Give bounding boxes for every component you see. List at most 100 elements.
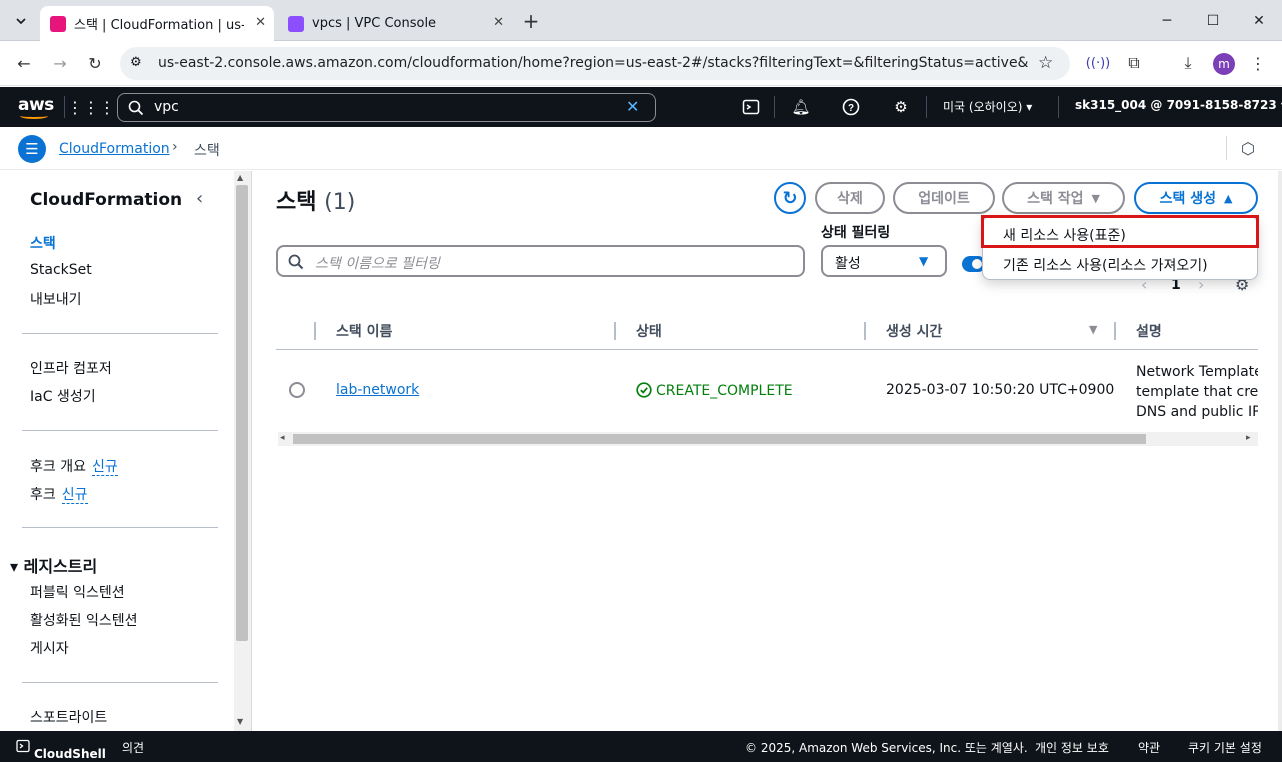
close-window-icon[interactable]: ✕	[1246, 8, 1272, 34]
sidebar-item-spotlight[interactable]: 스포트라이트	[30, 707, 107, 727]
browser-address-bar: ← → ↻ ⚙ us-east-2.console.aws.amazon.com…	[0, 41, 1282, 86]
puzzle-extensions-icon[interactable]: ⧉	[1122, 51, 1146, 75]
stack-count: (1)	[324, 190, 356, 215]
new-badge: 신규	[61, 487, 88, 504]
description-line: DNS and public IPs	[1136, 404, 1258, 420]
status-filter-label: 상태 필터링	[821, 225, 891, 241]
create-stack-button[interactable]: 스택 생성 ▲	[1134, 182, 1258, 214]
button-label: 스택 생성	[1159, 191, 1216, 207]
registry-section-toggle[interactable]: ▾ 레지스트리	[10, 553, 97, 577]
tab-title: 스택 | CloudFormation | us-ea	[74, 18, 244, 33]
account-menu[interactable]: sk315_004 @ 7091-8158-8723 ▾	[1075, 98, 1282, 112]
sidebar-item-iac-generator[interactable]: IaC 생성기	[30, 386, 96, 406]
help-icon[interactable]: ?	[840, 96, 862, 118]
delete-button[interactable]: 삭제	[815, 182, 885, 214]
aws-top-nav: aws ⋮⋮⋮ vpc ✕ 🔔︎ ? ⚙ 미국 (오하이오) ▾ sk315_0…	[0, 87, 1282, 127]
back-icon[interactable]: ←	[12, 51, 36, 75]
scroll-right-icon[interactable]: ▸	[1246, 433, 1251, 443]
bookmark-star-icon[interactable]: ☆	[1038, 53, 1053, 73]
sidebar-scroll-thumb[interactable]	[236, 185, 248, 641]
close-tab-icon[interactable]: ✕	[255, 15, 266, 30]
row-select-radio[interactable]	[289, 382, 305, 398]
profile-avatar[interactable]: m	[1213, 53, 1235, 75]
tab-vpc-console[interactable]: vpcs | VPC Console ✕	[278, 6, 512, 41]
col-header-created-time[interactable]: 생성 시간	[886, 321, 942, 341]
caret-up-icon: ▲	[1223, 191, 1233, 205]
forward-icon[interactable]: →	[48, 51, 72, 75]
breadcrumb-separator-icon: ›	[172, 139, 178, 155]
status-filter-select[interactable]: 활성 ▼	[821, 245, 947, 277]
registry-title: 레지스트리	[23, 557, 98, 576]
col-header-stack-name[interactable]: 스택 이름	[336, 321, 392, 341]
clear-search-icon[interactable]: ✕	[626, 97, 639, 116]
stack-actions-button[interactable]: 스택 작업 ▼	[1002, 182, 1125, 214]
col-header-status[interactable]: 상태	[636, 321, 662, 341]
tab-cloudformation[interactable]: 스택 | CloudFormation | us-ea ✕	[40, 6, 274, 41]
divider	[1058, 96, 1059, 118]
caret-down-icon: ▼	[919, 254, 929, 268]
reload-icon[interactable]: ↻	[83, 51, 107, 75]
sidebar-item-public-extensions[interactable]: 퍼블릭 익스텐션	[30, 582, 125, 602]
side-navigation: CloudFormation ‹ 스택 StackSet 내보내기 인프라 컴포…	[0, 171, 252, 731]
sidebar-item-hooks-overview[interactable]: 후크 개요 신규	[30, 456, 118, 476]
info-panel-icon[interactable]: ⬡	[1241, 139, 1255, 158]
download-icon[interactable]: ⤓	[1176, 51, 1200, 75]
services-grid-icon[interactable]: ⋮⋮⋮	[67, 96, 115, 118]
cookie-preferences-link[interactable]: 쿠키 기본 설정	[1188, 739, 1262, 756]
maximize-icon[interactable]: ☐	[1200, 8, 1226, 34]
url-bar[interactable]: ⚙ us-east-2.console.aws.amazon.com/cloud…	[120, 47, 1070, 80]
breadcrumb-cloudformation[interactable]: CloudFormation	[59, 141, 170, 157]
page-title-text: 스택	[276, 190, 317, 215]
minimize-icon[interactable]: ─	[1154, 8, 1180, 34]
created-time: 2025-03-07 10:50:20 UTC+0900	[886, 382, 1115, 398]
feedback-link[interactable]: 의견	[122, 739, 144, 756]
side-nav-toggle-button[interactable]: ☰	[18, 135, 46, 163]
sort-desc-icon[interactable]: ▼	[1089, 323, 1097, 336]
browser-menu-icon[interactable]: ⋮	[1246, 51, 1270, 75]
update-button[interactable]: 업데이트	[893, 182, 995, 214]
terms-link[interactable]: 약관	[1138, 739, 1160, 756]
sidebar-item-stacksets[interactable]: StackSet	[30, 262, 92, 278]
breadcrumb-current: 스택	[194, 143, 220, 159]
region-selector[interactable]: 미국 (오하이오) ▾	[943, 98, 1032, 115]
extension-icon[interactable]: ((·))	[1086, 51, 1110, 75]
page-title: 스택 (1)	[276, 184, 355, 216]
sidebar-item-publishers[interactable]: 게시자	[30, 638, 69, 658]
new-tab-button[interactable]: +	[518, 8, 544, 34]
scroll-down-icon[interactable]: ▼	[237, 717, 243, 726]
scroll-left-icon[interactable]: ◂	[280, 433, 285, 443]
cloudshell-label: CloudShell	[34, 747, 106, 761]
tab-search-icon[interactable]	[8, 8, 34, 34]
sidebar-item-infra-composer[interactable]: 인프라 컴포저	[30, 358, 112, 378]
cloudshell-icon[interactable]	[740, 96, 762, 118]
site-info-icon[interactable]: ⚙	[130, 55, 142, 70]
stack-filter-input[interactable]: 스택 이름으로 필터링	[276, 245, 805, 277]
sidebar-item-label: 후크 개요	[30, 459, 86, 475]
collapse-sidebar-icon[interactable]: ‹	[196, 188, 203, 209]
sidebar-title: CloudFormation	[30, 190, 183, 210]
close-tab-icon[interactable]: ✕	[493, 15, 504, 30]
settings-gear-icon[interactable]: ⚙	[890, 96, 912, 118]
sidebar-item-activated-extensions[interactable]: 활성화된 익스텐션	[30, 610, 138, 630]
cloudshell-link[interactable]: CloudShell	[16, 739, 106, 761]
aws-logo[interactable]: aws	[18, 95, 54, 115]
sidebar-item-exports[interactable]: 내보내기	[30, 289, 82, 309]
scroll-thumb[interactable]	[293, 434, 1146, 444]
page-scrollbar[interactable]	[1278, 171, 1282, 731]
notifications-bell-icon[interactable]: 🔔︎	[790, 96, 812, 118]
sidebar-item-hooks[interactable]: 후크 신규	[30, 484, 88, 504]
aws-footer: CloudShell 의견 © 2025, Amazon Web Service…	[0, 731, 1282, 762]
menu-item-with-new-resources[interactable]: 새 리소스 사용(표준)	[1003, 225, 1126, 245]
sidebar-item-stacks[interactable]: 스택	[30, 233, 56, 253]
scroll-up-icon[interactable]: ▲	[237, 173, 243, 182]
col-header-description[interactable]: 설명	[1136, 321, 1162, 341]
menu-item-import-resources[interactable]: 기존 리소스 사용(리소스 가져오기)	[1003, 255, 1208, 275]
divider	[1114, 322, 1116, 340]
refresh-button[interactable]: ↻	[774, 182, 806, 214]
account-label: sk315_004 @ 7091-8158-8723	[1075, 98, 1277, 112]
table-horizontal-scrollbar[interactable]: ◂ ▸	[278, 432, 1258, 446]
privacy-link[interactable]: 개인 정보 보호	[1035, 739, 1109, 756]
aws-search-input[interactable]: vpc ✕	[117, 93, 656, 122]
stack-name-link[interactable]: lab-network	[336, 382, 419, 398]
divider	[926, 96, 927, 118]
